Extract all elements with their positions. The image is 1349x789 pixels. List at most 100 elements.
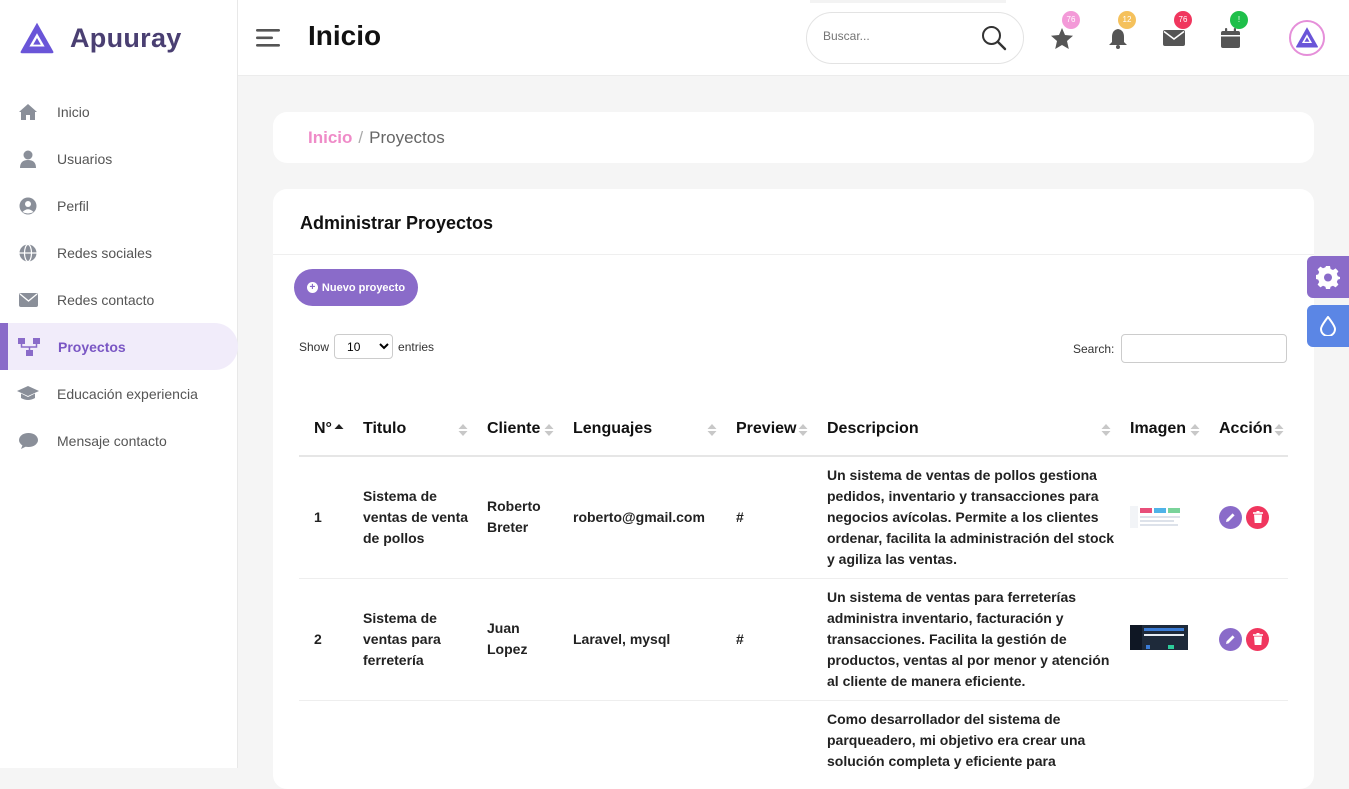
sidebar-item-educacion-experiencia[interactable]: Educación experiencia	[0, 370, 237, 417]
column-label: Descripcion	[827, 419, 919, 437]
column-header-preview[interactable]: Preview	[721, 402, 812, 457]
calendar-icon	[1220, 28, 1240, 48]
cell-cliente: Juan Lopez	[472, 578, 558, 701]
sort-icon	[1190, 424, 1200, 436]
edit-button[interactable]	[1219, 505, 1242, 529]
cell-imagen	[1115, 578, 1204, 701]
delete-button[interactable]	[1246, 627, 1269, 651]
cell-imagen	[1115, 456, 1204, 579]
sidebar-item-redes-contacto[interactable]: Redes contacto	[0, 276, 237, 323]
sidebar-item-perfil[interactable]: Perfil	[0, 182, 237, 229]
search-icon[interactable]	[981, 25, 1007, 51]
sort-icon	[1101, 424, 1111, 436]
cell-titulo	[348, 700, 472, 789]
table-row: 2 Sistema de ventas para ferretería Juan…	[299, 578, 1288, 701]
sidebar-item-mensaje-contacto[interactable]: Mensaje contacto	[0, 417, 237, 464]
project-thumbnail[interactable]	[1130, 625, 1188, 653]
brand-logo-icon	[20, 22, 54, 54]
cell-lenguajes: Laravel, mysql	[558, 578, 721, 701]
breadcrumb-card: Inicio / Proyectos	[273, 112, 1314, 163]
sidebar-item-label: Usuarios	[57, 150, 113, 167]
table-search-input[interactable]	[1121, 334, 1288, 363]
column-header-accion[interactable]: Acción	[1204, 402, 1288, 457]
user-icon	[17, 148, 39, 170]
sidebar-item-label: Inicio	[57, 103, 90, 120]
project-thumbnail[interactable]	[1130, 503, 1188, 532]
header-search-input[interactable]	[823, 29, 963, 43]
delete-button[interactable]	[1246, 505, 1269, 529]
breadcrumb-separator: /	[358, 128, 364, 147]
column-label: N°	[314, 419, 332, 437]
page-title: Inicio	[308, 20, 382, 51]
cell-numero: 1	[299, 456, 348, 579]
pencil-icon	[1226, 634, 1235, 644]
avatar[interactable]	[1289, 20, 1325, 56]
bell-icon	[1109, 28, 1127, 49]
calendar-button[interactable]: !	[1218, 11, 1248, 50]
entries-select[interactable]: 10	[334, 334, 394, 359]
table-row: Como desarrollador del sistema de parque…	[299, 700, 1288, 789]
column-header-imagen[interactable]: Imagen	[1115, 402, 1204, 457]
cell-lenguajes: roberto@gmail.com	[558, 456, 721, 579]
column-header-titulo[interactable]: Titulo	[348, 402, 472, 457]
cell-imagen	[1115, 700, 1204, 789]
entries-label: entries	[398, 339, 435, 354]
entries-length-control: Show 10 entries	[299, 334, 434, 359]
edit-button[interactable]	[1219, 627, 1242, 651]
table-header-row: N° Titulo Cliente Lenguajes Preview Desc…	[299, 402, 1288, 457]
breadcrumb-home-link[interactable]: Inicio	[308, 128, 352, 147]
column-header-descripcion[interactable]: Descripcion	[812, 402, 1115, 457]
notifications-button[interactable]: 12	[1106, 11, 1136, 50]
breadcrumb: Inicio / Proyectos	[308, 128, 445, 148]
theme-float-button[interactable]	[1307, 305, 1349, 347]
avatar-logo-icon	[1296, 27, 1318, 48]
sidebar-item-redes-sociales[interactable]: Redes sociales	[0, 229, 237, 276]
sidebar-item-label: Educación experiencia	[57, 385, 198, 402]
column-header-lenguajes[interactable]: Lenguajes	[558, 402, 721, 457]
settings-float-button[interactable]	[1307, 256, 1349, 298]
column-label: Preview	[736, 419, 797, 437]
sidebar-item-usuarios[interactable]: Usuarios	[0, 135, 237, 182]
hamburger-menu-icon[interactable]	[256, 27, 280, 49]
cell-lenguajes	[558, 700, 721, 789]
cell-preview-link[interactable]	[721, 700, 812, 789]
messages-button[interactable]: 76	[1162, 11, 1192, 50]
sidebar-item-inicio[interactable]: Inicio	[0, 88, 237, 135]
calendar-badge: !	[1230, 11, 1248, 29]
column-header-cliente[interactable]: Cliente	[472, 402, 558, 457]
star-icon	[1051, 27, 1073, 49]
cell-titulo: Sistema de ventas para ferretería	[348, 578, 472, 701]
trash-icon	[1252, 633, 1263, 645]
cell-preview-link[interactable]: #	[721, 456, 812, 579]
comment-icon	[17, 430, 39, 452]
card-title: Administrar Proyectos	[300, 213, 494, 233]
graduation-cap-icon	[17, 383, 39, 405]
new-project-button[interactable]: + Nuevo proyecto	[294, 269, 418, 306]
messages-badge: 76	[1174, 11, 1192, 29]
sitemap-icon	[18, 336, 40, 358]
sort-icon	[707, 424, 717, 436]
table-row: 1 Sistema de ventas de venta de pollos R…	[299, 456, 1288, 579]
sort-icon	[1274, 424, 1284, 436]
header-search	[806, 12, 1024, 64]
favorites-badge: 76	[1062, 11, 1080, 29]
sort-icon	[544, 424, 554, 436]
sort-icon	[458, 424, 468, 436]
cell-preview-link[interactable]: #	[721, 578, 812, 701]
column-header-numero[interactable]: N°	[299, 402, 348, 457]
cell-numero	[299, 700, 348, 789]
show-label: Show	[299, 339, 330, 354]
sidebar-item-proyectos[interactable]: Proyectos	[0, 323, 238, 370]
column-label: Imagen	[1130, 419, 1187, 437]
favorites-button[interactable]: 76	[1050, 11, 1080, 50]
new-project-label: Nuevo proyecto	[321, 281, 406, 294]
sidebar-item-label: Perfil	[57, 197, 89, 214]
brand[interactable]: Apuuray	[0, 0, 237, 76]
plus-circle-icon: +	[306, 282, 318, 293]
cell-numero: 2	[299, 578, 348, 701]
cell-descripcion: Un sistema de ventas de pollos gestiona …	[812, 456, 1115, 579]
globe-icon	[17, 242, 39, 264]
breadcrumb-current: Proyectos	[369, 128, 445, 147]
brand-name: Apuuray	[70, 22, 182, 53]
cell-descripcion: Un sistema de ventas para ferreterías ad…	[812, 578, 1115, 701]
